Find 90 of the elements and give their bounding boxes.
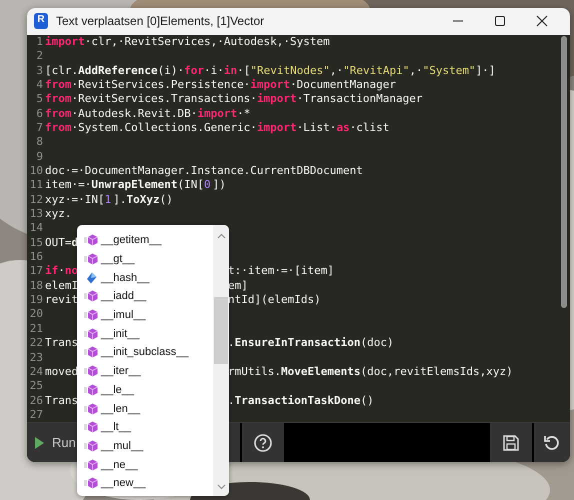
method-icon	[84, 290, 98, 302]
method-icon	[84, 384, 98, 396]
line-number: 8	[35, 135, 44, 150]
line-number: 15	[28, 236, 44, 250]
line-number: 3	[35, 64, 44, 78]
scrollbar[interactable]	[213, 225, 229, 496]
method-icon	[84, 253, 98, 266]
method-icon	[84, 346, 98, 358]
code-line: elemI	[45, 278, 78, 292]
scroll-up-icon[interactable]	[216, 233, 226, 239]
help-icon	[254, 434, 272, 452]
save-button[interactable]	[490, 423, 532, 462]
line-number: 12	[28, 192, 44, 208]
scrollbar-thumb[interactable]	[214, 297, 228, 364]
completion-item[interactable]: __new__	[77, 474, 213, 493]
line-number: 1	[35, 34, 44, 50]
completion-item[interactable]: __hash__	[77, 268, 213, 288]
code-line: ntId](elemIds)	[228, 293, 321, 308]
line-number: 26	[28, 394, 44, 408]
line-number: 17	[28, 264, 44, 279]
code-line: moved	[45, 364, 78, 378]
line-number: 10	[28, 164, 44, 178]
line-number: 2	[35, 49, 44, 64]
line-number: 22	[28, 336, 44, 350]
completion-item[interactable]: __gt__	[77, 250, 213, 268]
line-number: 11	[28, 178, 44, 193]
method-icon	[84, 309, 98, 322]
code-line: from·RevitServices.Persistence·import·DocumentManager	[45, 78, 396, 91]
line-number: 25	[28, 379, 44, 394]
line-number: 21	[28, 322, 44, 336]
method-icon	[84, 440, 98, 452]
completion-item[interactable]: __le__	[77, 380, 213, 400]
code-line: Trans	[45, 394, 78, 407]
code-line: xyz·=·IN[1 ].ToXyz()	[45, 192, 173, 206]
code-line: from·RevitServices.Transactions·import·TransactionManager	[45, 92, 423, 106]
code-line: rmUtils.MoveElements(doc,revitElemsIds,xyz)	[228, 364, 513, 380]
method-icon	[84, 421, 98, 434]
code-line: .EnsureInTransaction(doc)	[228, 336, 394, 350]
scroll-down-icon[interactable]	[216, 484, 226, 490]
completion-item[interactable]: __iadd__	[77, 287, 213, 306]
method-icon	[84, 458, 98, 471]
code-line: item·=·UnwrapElement(IN[0 ])	[45, 178, 226, 192]
completion-item[interactable]: __imul__	[77, 306, 213, 324]
scrollbar-thumb[interactable]	[561, 36, 567, 308]
method-icon	[84, 365, 98, 378]
line-number: 24	[28, 364, 44, 380]
code-line: revit	[45, 293, 78, 306]
code-line: import·clr,·RevitServices,·Autodesk,·System	[45, 34, 330, 48]
play-icon	[35, 436, 44, 449]
line-number: 19	[28, 293, 44, 308]
completion-item[interactable]: __init__	[77, 324, 213, 344]
code-line: xyz.	[45, 207, 72, 220]
maximize-icon[interactable]	[494, 15, 506, 28]
save-icon	[502, 434, 520, 452]
completion-item[interactable]: __iter__	[77, 362, 213, 380]
line-number: 7	[35, 121, 44, 136]
help-button[interactable]	[242, 423, 284, 462]
code-line: Trans	[45, 336, 78, 350]
completion-item[interactable]: __init_subclass__	[77, 343, 213, 362]
line-number: 23	[28, 350, 44, 365]
code-line: from·Autodesk.Revit.DB·import·*	[45, 106, 250, 120]
line-number: 16	[28, 250, 44, 264]
method-icon	[84, 328, 98, 340]
line-number: 14	[28, 221, 44, 236]
code-line: t:·item·=·[item]	[228, 264, 334, 279]
line-number: 9	[35, 150, 44, 164]
revert-button[interactable]	[534, 423, 570, 462]
undo-icon	[543, 434, 561, 452]
line-number: 4	[35, 78, 44, 92]
code-line: [clr.AddReference(i)·for·i·in·["RevitNodes",·"RevitApi",·"System"]·]	[45, 64, 496, 77]
line-number: 18	[28, 278, 44, 294]
line-number: 27	[28, 408, 44, 422]
completion-item[interactable]: __len__	[77, 399, 213, 418]
line-number: 6	[35, 106, 44, 121]
code-line: .TransactionTaskDone()	[228, 394, 374, 408]
close-icon[interactable]	[536, 15, 548, 28]
code-line: em]	[228, 278, 248, 294]
code-line: if·no	[45, 264, 78, 278]
app-icon: R	[34, 13, 48, 30]
line-number: 13	[28, 207, 44, 222]
method-icon	[84, 402, 98, 415]
field-icon	[84, 272, 98, 284]
code-line: from·System.Collections.Generic·import·List·as·clist	[45, 121, 390, 134]
code-line: doc·=·DocumentManager.Instance.CurrentDBDocument	[45, 164, 363, 178]
window-title: Text verplaatsen [0]Elements, [1]Vector	[56, 14, 264, 28]
method-icon	[84, 477, 98, 490]
line-number: 20	[28, 307, 44, 322]
line-number: 5	[35, 92, 44, 107]
method-icon	[84, 234, 98, 246]
completion-item[interactable]: __getitem__	[77, 231, 213, 250]
